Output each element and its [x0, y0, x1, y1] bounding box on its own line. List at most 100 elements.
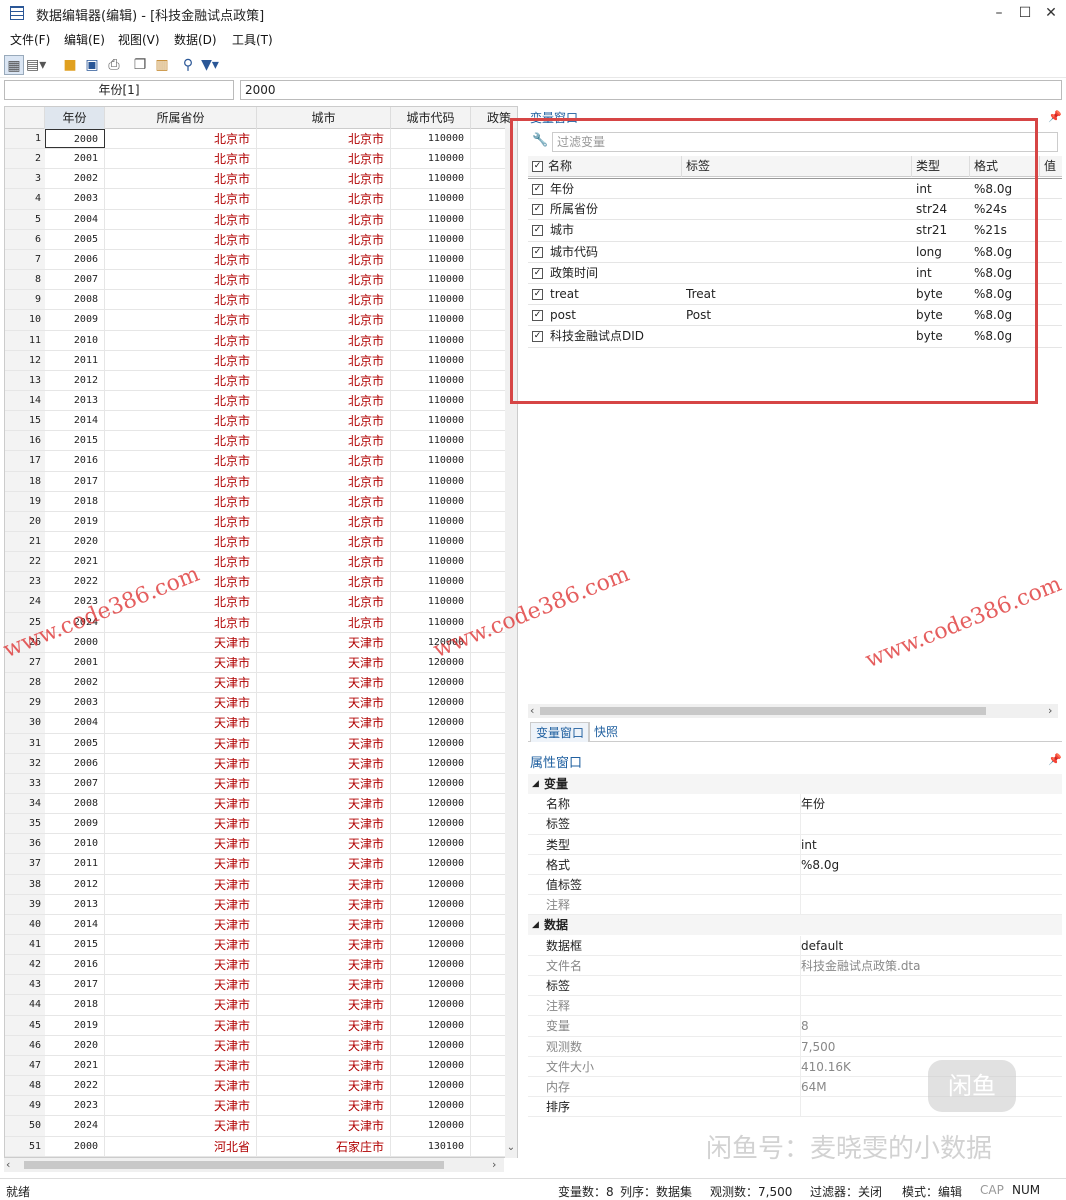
cell-year[interactable]: 2011: [45, 350, 105, 370]
cell-year[interactable]: 2024: [45, 1116, 105, 1136]
filter-icon[interactable]: ▼▾: [200, 55, 220, 75]
cell-city[interactable]: 北京市: [257, 330, 391, 350]
cell-city-code[interactable]: 110000: [391, 290, 471, 310]
tab-variable-window[interactable]: 变量窗口: [530, 722, 591, 742]
column-header[interactable]: 所属省份: [105, 107, 257, 129]
row-number[interactable]: 5: [5, 209, 45, 229]
cell-city-code[interactable]: 110000: [391, 149, 471, 169]
cell-city-code[interactable]: 120000: [391, 975, 471, 995]
row-number[interactable]: 32: [5, 753, 45, 773]
cell-province[interactable]: 北京市: [105, 451, 257, 471]
cell-year[interactable]: 2017: [45, 975, 105, 995]
cell-year[interactable]: 2019: [45, 511, 105, 532]
row-number[interactable]: 28: [5, 673, 45, 693]
row-number[interactable]: 8: [5, 270, 45, 290]
table-row[interactable]: 47 2021 天津市 天津市 120000: [5, 1055, 517, 1077]
table-row[interactable]: 48 2022 天津市 天津市 120000: [5, 1076, 517, 1097]
table-row[interactable]: 5 2004 北京市 北京市 110000: [5, 209, 517, 230]
cell-city[interactable]: 北京市: [257, 491, 391, 511]
property-value[interactable]: [800, 875, 801, 895]
cell-province[interactable]: 天津市: [105, 1116, 257, 1136]
table-row[interactable]: 21 2020 北京市 北京市 110000: [5, 532, 517, 553]
cell-city-code[interactable]: 120000: [391, 854, 471, 874]
maximize-button[interactable]: ☐: [1012, 3, 1038, 23]
row-number[interactable]: 33: [5, 773, 45, 793]
cell-city-code[interactable]: 110000: [391, 411, 471, 431]
property-value[interactable]: int: [800, 834, 817, 855]
scroll-left-icon[interactable]: ‹: [6, 1158, 10, 1171]
cell-year[interactable]: 2022: [45, 572, 105, 592]
cell-city-code[interactable]: 120000: [391, 1055, 471, 1076]
cell-city[interactable]: 天津市: [257, 673, 391, 693]
property-value[interactable]: 年份: [800, 794, 825, 815]
section-variable[interactable]: ◢ 变量: [528, 774, 1062, 794]
row-number[interactable]: 4: [5, 189, 45, 209]
scrollbar-thumb[interactable]: [540, 707, 986, 715]
property-row[interactable]: 类型 int: [528, 834, 1062, 855]
cell-province[interactable]: 天津市: [105, 632, 257, 652]
cell-city[interactable]: 北京市: [257, 612, 391, 632]
table-row[interactable]: 12 2011 北京市 北京市 110000: [5, 350, 517, 371]
table-row[interactable]: 44 2018 天津市 天津市 120000: [5, 995, 517, 1016]
row-number[interactable]: 12: [5, 350, 45, 370]
cell-province[interactable]: 北京市: [105, 249, 257, 270]
cell-province[interactable]: 北京市: [105, 169, 257, 189]
tab-snapshot[interactable]: 快照: [588, 722, 623, 742]
cell-province[interactable]: 天津市: [105, 935, 257, 955]
property-value[interactable]: [800, 895, 801, 916]
row-number[interactable]: 46: [5, 1035, 45, 1055]
table-row[interactable]: 3 2002 北京市 北京市 110000: [5, 169, 517, 190]
cell-year[interactable]: 2021: [45, 1055, 105, 1076]
menu-data[interactable]: 数据(D): [174, 31, 217, 48]
row-number[interactable]: 29: [5, 693, 45, 713]
copy-icon[interactable]: ❐: [130, 55, 150, 75]
var-col-value-label[interactable]: 值标: [1040, 156, 1062, 177]
table-row[interactable]: 32 2006 天津市 天津市 120000: [5, 753, 517, 774]
cell-province[interactable]: 天津市: [105, 673, 257, 693]
cell-province[interactable]: 河北省: [105, 1136, 257, 1156]
cell-city[interactable]: 天津市: [257, 1055, 391, 1076]
scroll-left-icon[interactable]: ‹: [530, 704, 534, 717]
cell-year[interactable]: 2007: [45, 270, 105, 290]
table-row[interactable]: 28 2002 天津市 天津市 120000: [5, 673, 517, 694]
table-row[interactable]: 41 2015 天津市 天津市 120000: [5, 935, 517, 956]
grid-horizontal-scrollbar[interactable]: ‹ ›: [4, 1158, 504, 1172]
cell-city[interactable]: 北京市: [257, 189, 391, 209]
cell-year[interactable]: 2010: [45, 834, 105, 854]
cell-city-code[interactable]: 120000: [391, 874, 471, 894]
cell-year[interactable]: 2022: [45, 1076, 105, 1096]
table-row[interactable]: 1 2000 北京市 北京市 110000: [5, 129, 517, 150]
cell-city[interactable]: 天津市: [257, 955, 391, 975]
scroll-right-icon[interactable]: ›: [1048, 704, 1052, 717]
cell-value-input[interactable]: 2000: [240, 80, 1062, 100]
cell-city-code[interactable]: 120000: [391, 1096, 471, 1116]
row-number[interactable]: 37: [5, 854, 45, 874]
cell-city[interactable]: 天津市: [257, 814, 391, 834]
row-number[interactable]: 15: [5, 411, 45, 431]
table-row[interactable]: 30 2004 天津市 天津市 120000: [5, 713, 517, 734]
row-number[interactable]: 49: [5, 1096, 45, 1116]
cell-year[interactable]: 2015: [45, 431, 105, 451]
table-row[interactable]: 4 2003 北京市 北京市 110000: [5, 189, 517, 210]
cell-province[interactable]: 天津市: [105, 914, 257, 935]
cell-province[interactable]: 北京市: [105, 149, 257, 169]
row-number[interactable]: 39: [5, 894, 45, 914]
cell-city-code[interactable]: 110000: [391, 552, 471, 572]
cell-city[interactable]: 天津市: [257, 1116, 391, 1136]
property-row[interactable]: 值标签: [528, 875, 1062, 896]
cell-province[interactable]: 北京市: [105, 270, 257, 290]
row-number[interactable]: 34: [5, 793, 45, 814]
cell-city-code[interactable]: 120000: [391, 652, 471, 673]
cell-year[interactable]: 2017: [45, 471, 105, 491]
row-number[interactable]: 48: [5, 1076, 45, 1096]
property-value[interactable]: 科技金融试点政策.dta: [800, 955, 921, 976]
search-icon[interactable]: ⚲: [178, 55, 198, 75]
cell-year[interactable]: 2004: [45, 209, 105, 229]
row-number[interactable]: 45: [5, 1015, 45, 1035]
cell-province[interactable]: 天津市: [105, 894, 257, 914]
row-number[interactable]: 16: [5, 431, 45, 451]
table-row[interactable]: 8 2007 北京市 北京市 110000: [5, 270, 517, 291]
property-value[interactable]: 410.16K: [800, 1056, 851, 1077]
cell-city-code[interactable]: 110000: [391, 511, 471, 532]
menu-edit[interactable]: 编辑(E): [64, 31, 105, 48]
